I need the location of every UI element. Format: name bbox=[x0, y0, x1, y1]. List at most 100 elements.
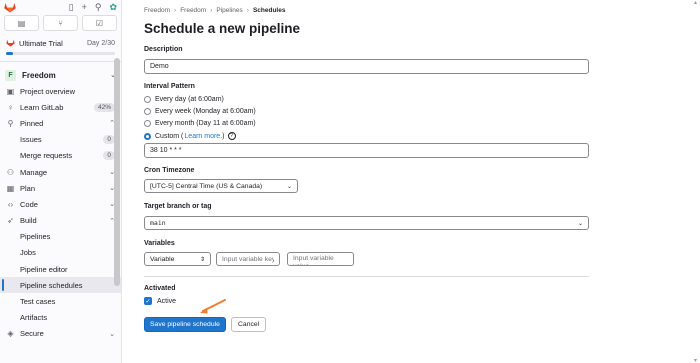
sidebar-item-label: Build bbox=[20, 216, 37, 226]
active-checkbox-row[interactable]: ✓ Active bbox=[144, 297, 176, 305]
sidebar-item-label: Pipeline schedules bbox=[20, 280, 83, 290]
project-switcher[interactable]: F Freedom ⌄ bbox=[0, 67, 121, 83]
annotation-arrow-icon bbox=[200, 299, 226, 314]
sidebar-item-label: Learn GitLab bbox=[20, 102, 64, 112]
plan-icon: ▦ bbox=[6, 183, 15, 193]
interval-option-label: Every day (at 6:00am) bbox=[155, 96, 224, 103]
sidebar-toggle-icon[interactable]: ▯ bbox=[69, 2, 74, 12]
todos-count-button[interactable]: ☑ bbox=[82, 15, 117, 31]
sidebar-item-label: Pipelines bbox=[20, 232, 51, 242]
trial-progress-bar bbox=[6, 52, 115, 55]
sidebar-item-manage[interactable]: ⚇ Manage ⌄ bbox=[0, 164, 121, 180]
sidebar-item-label: Manage bbox=[20, 167, 48, 177]
sidebar-item-jobs[interactable]: Jobs bbox=[0, 245, 121, 261]
checkbox-checked[interactable]: ✓ bbox=[144, 297, 152, 305]
variable-value-placeholder: Input variable value bbox=[293, 255, 334, 265]
page-scrollbar[interactable] bbox=[693, 0, 698, 363]
sidebar-item-label: Pinned bbox=[20, 118, 44, 128]
sidebar-item-test-cases[interactable]: Test cases bbox=[0, 293, 121, 309]
radio-button[interactable] bbox=[144, 120, 151, 127]
sidebar-item-secure[interactable]: ◈ Secure ⌄ bbox=[0, 326, 121, 342]
bulb-icon: ♀ bbox=[7, 102, 14, 112]
merge-request-icon: ⑂ bbox=[58, 18, 63, 28]
radio-button-checked[interactable] bbox=[144, 132, 151, 140]
sidebar-item-code[interactable]: ‹› Code ⌄ bbox=[0, 196, 121, 212]
sidebar-item-issues[interactable]: Issues 0 bbox=[0, 132, 121, 148]
branch-value: main bbox=[150, 219, 166, 227]
interval-pattern-label: Interval Pattern bbox=[144, 83, 195, 90]
interval-option-daily[interactable]: Every day (at 6:00am) bbox=[144, 96, 224, 103]
page-title: Schedule a new pipeline bbox=[144, 21, 301, 36]
variable-type-select[interactable]: Variable ⇕ bbox=[144, 252, 211, 266]
target-branch-dropdown[interactable]: main ⌄ bbox=[144, 216, 589, 230]
merge-requests-count-button[interactable]: ⑂ bbox=[43, 15, 78, 31]
timezone-dropdown[interactable]: [UTC-5] Central Time (US & Canada) ⌄ bbox=[144, 179, 298, 193]
sidebar-item-pinned[interactable]: ⚲ Pinned ⌃ bbox=[0, 115, 121, 131]
avatar[interactable]: ✿ bbox=[109, 2, 117, 12]
sidebar-item-pipeline-editor[interactable]: Pipeline editor bbox=[0, 261, 121, 277]
sidebar-top-bar: ▯ + ⚲ ✿ bbox=[0, 0, 121, 14]
main-content: Freedom › Freedom › Pipelines › Schedules S… bbox=[122, 0, 700, 363]
timezone-value: [UTC-5] Central Time (US & Canada) bbox=[150, 182, 263, 190]
interval-option-weekly[interactable]: Every week (Monday at 6:00am) bbox=[144, 108, 256, 115]
plus-icon[interactable]: + bbox=[82, 2, 87, 12]
cron-input[interactable]: 38 10 * * * bbox=[144, 143, 589, 158]
sidebar-item-label: Merge requests bbox=[20, 151, 73, 161]
issues-icon: ▤ bbox=[17, 18, 26, 28]
variable-value-input[interactable]: Input variable value bbox=[287, 252, 354, 266]
radio-button[interactable] bbox=[144, 96, 151, 103]
issues-count-button[interactable]: ▤ bbox=[4, 15, 39, 31]
sidebar-item-pipelines[interactable]: Pipelines bbox=[0, 229, 121, 245]
sidebar-item-artifacts[interactable]: Artifacts bbox=[0, 310, 121, 326]
sidebar-item-build[interactable]: ➶ Build ⌃ bbox=[0, 213, 121, 229]
interval-option-suffix: ) bbox=[222, 132, 225, 140]
description-input[interactable]: Demo bbox=[144, 59, 589, 74]
sidebar-item-label: Pipeline editor bbox=[20, 264, 68, 274]
pin-icon: ⚲ bbox=[7, 118, 14, 128]
sidebar-item-plan[interactable]: ▦ Plan ⌄ bbox=[0, 180, 121, 196]
variable-key-placeholder: Input variable key bbox=[222, 255, 274, 263]
activated-label: Activated bbox=[144, 285, 176, 292]
radio-button[interactable] bbox=[144, 108, 151, 115]
gitlab-logo-icon[interactable] bbox=[4, 2, 16, 13]
variable-key-input[interactable]: Input variable key bbox=[216, 252, 280, 266]
sidebar-item-label: Test cases bbox=[20, 297, 56, 307]
project-name: Freedom bbox=[22, 70, 56, 80]
sidebar-item-project-overview[interactable]: ▣ Project overview bbox=[0, 83, 121, 99]
sidebar-item-learn-gitlab[interactable]: ♀ Learn GitLab 42% bbox=[0, 99, 121, 115]
interval-option-label: Custom ( bbox=[155, 132, 184, 140]
breadcrumb-item[interactable]: Freedom bbox=[180, 7, 206, 14]
tanuki-icon bbox=[6, 39, 15, 47]
chevron-down-icon: ⌄ bbox=[577, 220, 583, 227]
cron-timezone-label: Cron Timezone bbox=[144, 167, 195, 174]
divider bbox=[0, 61, 121, 62]
variable-type-value: Variable bbox=[150, 255, 175, 263]
sidebar-item-label: Project overview bbox=[20, 86, 76, 96]
chevron-down-icon: ⌄ bbox=[109, 330, 115, 338]
variables-label: Variables bbox=[144, 240, 175, 247]
shield-icon: ◈ bbox=[7, 329, 14, 339]
breadcrumb-separator: › bbox=[174, 7, 177, 14]
todo-icon: ☑ bbox=[95, 18, 104, 28]
updown-chevron-icon: ⇕ bbox=[199, 256, 205, 263]
question-icon[interactable]: ? bbox=[227, 132, 236, 140]
save-pipeline-schedule-button[interactable]: Save pipeline schedule bbox=[144, 317, 226, 332]
sidebar-item-merge-requests[interactable]: Merge requests 0 bbox=[0, 148, 121, 164]
trial-widget[interactable]: Ultimate Trial Day 2/30 bbox=[0, 34, 121, 52]
sidebar-item-pipeline-schedules[interactable]: Pipeline schedules bbox=[0, 277, 121, 294]
cancel-button[interactable]: Cancel bbox=[231, 317, 267, 332]
learn-more-link[interactable]: Learn more. bbox=[184, 133, 222, 140]
users-icon: ⚇ bbox=[6, 167, 15, 177]
sidebar-item-label: Code bbox=[20, 199, 38, 209]
breadcrumb-item[interactable]: Pipelines bbox=[216, 7, 242, 14]
breadcrumb-item[interactable]: Freedom bbox=[144, 7, 170, 14]
sidebar-scrollbar[interactable] bbox=[114, 58, 120, 286]
breadcrumb-current: Schedules bbox=[252, 7, 286, 14]
sidebar-item-label: Issues bbox=[20, 135, 42, 145]
description-label: Description bbox=[144, 46, 183, 53]
interval-option-monthly[interactable]: Every month (Day 11 at 6:00am) bbox=[144, 120, 256, 127]
breadcrumb-separator: › bbox=[246, 7, 249, 14]
search-icon[interactable]: ⚲ bbox=[95, 2, 102, 12]
interval-option-custom[interactable]: Custom ( Learn more. ) ? bbox=[144, 132, 236, 140]
breadcrumb-separator: › bbox=[210, 7, 213, 14]
